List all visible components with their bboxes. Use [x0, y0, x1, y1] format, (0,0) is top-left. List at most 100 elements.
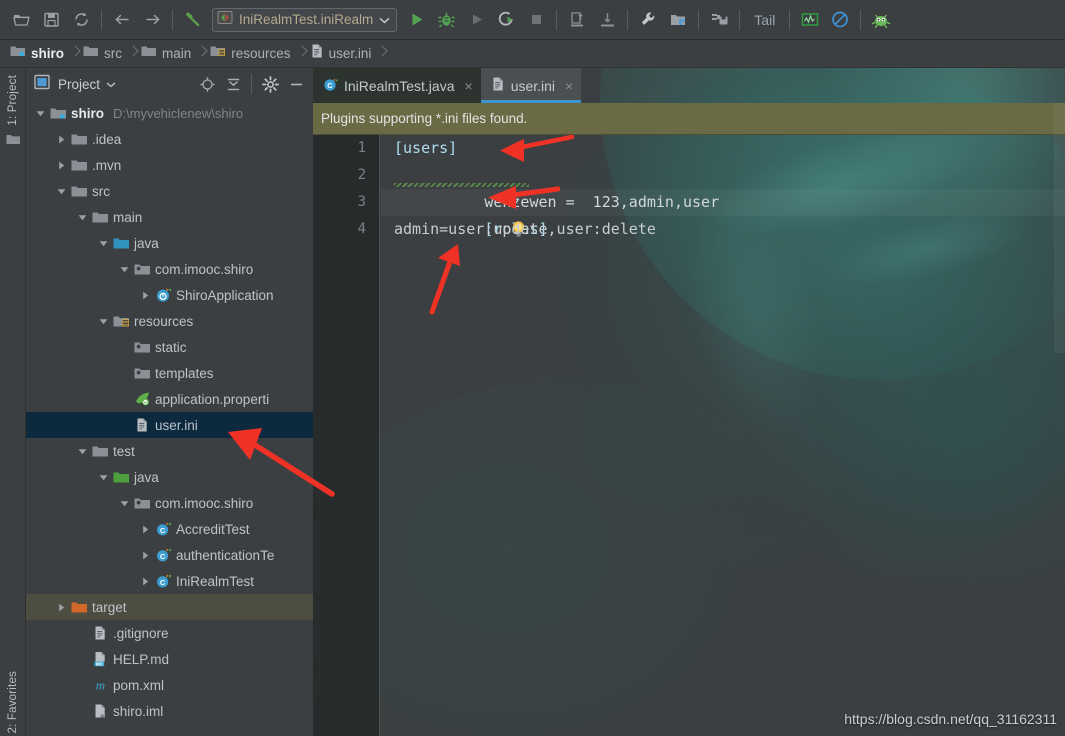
tree-node-inirealmtest[interactable]: C IniRealmTest: [26, 568, 313, 594]
run-icon[interactable]: [401, 6, 431, 34]
chevron-right-icon[interactable]: [53, 126, 69, 152]
forward-arrow-icon[interactable]: [137, 6, 167, 34]
plugin-notification-banner[interactable]: Plugins supporting *.ini files found.: [313, 103, 1065, 135]
build-hammer-icon[interactable]: [178, 6, 208, 34]
tree-node-main[interactable]: main: [26, 204, 313, 230]
tree-node-com-imooc-shiro[interactable]: com.imooc.shiro: [26, 256, 313, 282]
hide-icon[interactable]: [285, 73, 307, 95]
chevron-right-icon[interactable]: [137, 516, 153, 542]
svg-text:MD: MD: [95, 661, 103, 666]
tree-node-user-ini[interactable]: user.ini: [26, 412, 313, 438]
chevron-down-icon[interactable]: [116, 256, 132, 282]
monitor-graph-icon[interactable]: [795, 6, 825, 34]
tree-node-resources[interactable]: resources: [26, 308, 313, 334]
sync-icon[interactable]: [66, 6, 96, 34]
svg-text:C: C: [159, 578, 165, 587]
tail-button[interactable]: Tail: [745, 12, 784, 28]
tree-node-label: .idea: [92, 131, 122, 147]
collapse-all-icon[interactable]: [222, 73, 244, 95]
tree-node-java[interactable]: java: [26, 230, 313, 256]
breadcrumb-item-resources[interactable]: resources: [208, 40, 294, 68]
tree-node-src[interactable]: src: [26, 178, 313, 204]
tree-node-templates[interactable]: templates: [26, 360, 313, 386]
project-structure-icon[interactable]: [663, 6, 693, 34]
code-line-4[interactable]: admin=user:update,user:delete: [381, 216, 1065, 243]
chevron-down-icon[interactable]: [53, 178, 69, 204]
chevron-down-icon[interactable]: [32, 100, 48, 126]
code-line-1[interactable]: [users]: [381, 135, 1065, 162]
chevron-down-icon[interactable]: [95, 308, 111, 334]
breadcrumb-item-shiro[interactable]: shiro: [8, 40, 68, 68]
close-icon[interactable]: ×: [465, 78, 473, 94]
chevron-right-icon[interactable]: [137, 568, 153, 594]
editor-tab-inirealmtest-java[interactable]: C IniRealmTest.java ×: [313, 68, 481, 103]
tree-node-shiro[interactable]: shiro D:\myvehiclenew\shiro: [26, 100, 313, 126]
tree-node-gitignore[interactable]: .gitignore: [26, 620, 313, 646]
chevron-right-icon[interactable]: [137, 282, 153, 308]
tree-node-test[interactable]: test: [26, 438, 313, 464]
tool-tab-favorites[interactable]: 2: Favorites: [0, 668, 26, 736]
breadcrumb-item-src[interactable]: src: [81, 40, 126, 68]
settings-wrench-icon[interactable]: [633, 6, 663, 34]
intention-lightbulb-icon[interactable]: [403, 193, 525, 237]
test-sources-folder-icon: [111, 464, 131, 490]
chevron-right-icon[interactable]: [137, 542, 153, 568]
tree-node-shiro-iml[interactable]: shiro.iml: [26, 698, 313, 724]
tree-node-static[interactable]: static: [26, 334, 313, 360]
gear-icon[interactable]: [259, 73, 281, 95]
breadcrumb-item-main[interactable]: main: [139, 40, 195, 68]
chevron-down-icon[interactable]: [379, 11, 390, 29]
tool-tab-project[interactable]: 1: Project: [0, 72, 26, 151]
chevron-down-icon[interactable]: [106, 75, 116, 93]
tree-node-authenticationte[interactable]: CauthenticationTe: [26, 542, 313, 568]
open-folder-icon[interactable]: [6, 6, 36, 34]
save-all-icon[interactable]: [36, 6, 66, 34]
run-configuration-selector[interactable]: IniRealmTest.iniRealm: [212, 7, 398, 32]
code-line-2-wrap[interactable]: wenzewen = 123,admin,user: [381, 162, 1065, 211]
left-tool-strip: 1: Project 2: Favorites 6: [0, 68, 26, 736]
chevron-down-icon[interactable]: [95, 464, 111, 490]
folder-icon: [6, 133, 21, 151]
editor-scrollbar[interactable]: [1054, 103, 1065, 353]
tree-node-idea[interactable]: .idea: [26, 126, 313, 152]
stop-icon[interactable]: [521, 6, 551, 34]
project-tree[interactable]: shiro D:\myvehiclenew\shiro .idea .mvn src ma…: [26, 100, 313, 736]
ide-window: IniRealmTest.iniRealm Tail shiro src mai…: [0, 0, 1065, 736]
tree-node-target[interactable]: target: [26, 594, 313, 620]
tree-node-accredittest[interactable]: C AccreditTest: [26, 516, 313, 542]
editor-tab-user-ini[interactable]: user.ini ×: [480, 68, 582, 103]
tree-node-label: src: [92, 183, 110, 199]
rerun-icon[interactable]: [491, 6, 521, 34]
junit-run-config-icon: [217, 10, 233, 30]
toolbar-separator: [101, 9, 102, 30]
step-into-icon[interactable]: [592, 6, 622, 34]
chevron-down-icon[interactable]: [116, 490, 132, 516]
code-content[interactable]: [users] wenzewen = 123,admin,user [roles…: [381, 135, 1065, 736]
run-with-coverage-icon[interactable]: [461, 6, 491, 34]
code-editor[interactable]: 1 2 3 4 [users] wenzewen = 123,admin,use…: [313, 135, 1065, 736]
debug-icon[interactable]: [431, 6, 461, 34]
tree-node-pom-xml[interactable]: m pom.xml: [26, 672, 313, 698]
tree-node-shiroapplication[interactable]: ShiroApplication: [26, 282, 313, 308]
tree-node-mvn[interactable]: .mvn: [26, 152, 313, 178]
bug-creature-icon[interactable]: [866, 6, 896, 34]
package-icon: [132, 360, 152, 386]
locate-target-icon[interactable]: [196, 73, 218, 95]
tree-node-java[interactable]: java: [26, 464, 313, 490]
chevron-right-icon[interactable]: [53, 152, 69, 178]
back-arrow-icon[interactable]: [107, 6, 137, 34]
tree-node-help-md[interactable]: MD HELP.md: [26, 646, 313, 672]
database-icon[interactable]: [704, 6, 734, 34]
close-icon[interactable]: ×: [565, 78, 573, 94]
chevron-down-icon[interactable]: [95, 230, 111, 256]
chevron-down-icon[interactable]: [74, 204, 90, 230]
tree-node-application-properti[interactable]: application.properti: [26, 386, 313, 412]
chevron-right-icon[interactable]: [53, 594, 69, 620]
no-entry-icon[interactable]: [825, 6, 855, 34]
breadcrumb-item-user-ini[interactable]: user.ini: [308, 40, 376, 68]
chevron-down-icon[interactable]: [74, 438, 90, 464]
step-out-icon[interactable]: [562, 6, 592, 34]
breadcrumb-separator: [197, 40, 206, 68]
tree-node-com-imooc-shiro[interactable]: com.imooc.shiro: [26, 490, 313, 516]
code-line-3-wrap[interactable]: [roles]: [381, 189, 1065, 238]
